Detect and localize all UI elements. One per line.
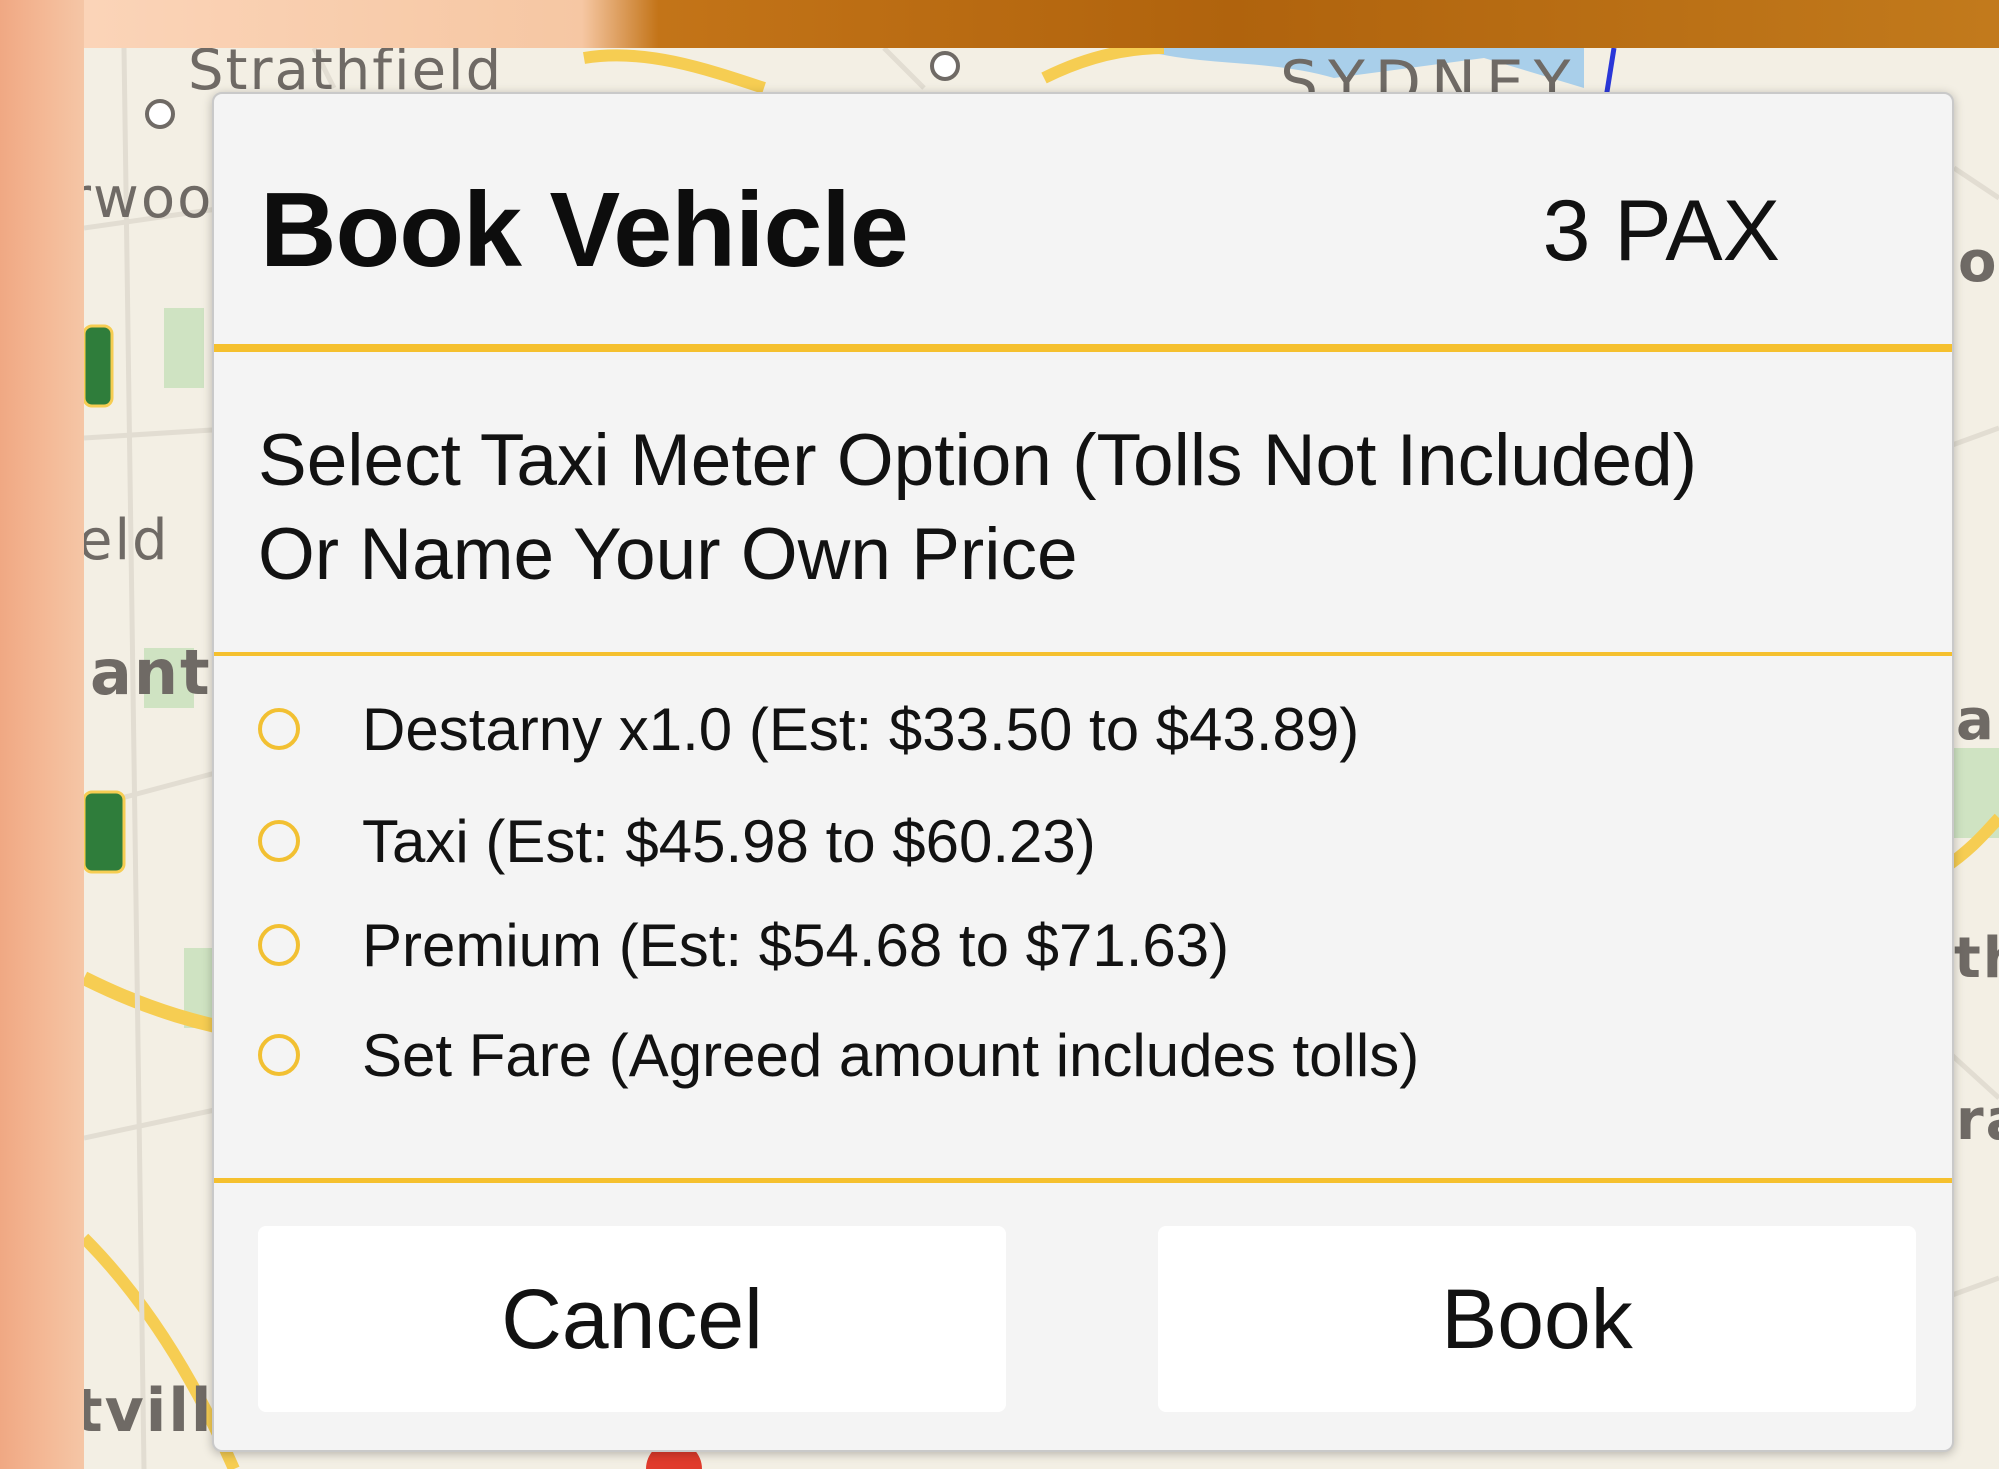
- option-premium[interactable]: Premium (Est: $54.68 to $71.63): [258, 900, 1229, 990]
- top-strip: [84, 0, 1999, 48]
- cancel-button[interactable]: Cancel: [258, 1226, 1006, 1412]
- passenger-count: 3 PAX: [1542, 183, 1780, 279]
- map-label-eld: eld: [84, 508, 170, 573]
- book-button[interactable]: Book: [1158, 1226, 1916, 1412]
- subtitle-divider: [214, 652, 1952, 656]
- map-label-ant: ant: [90, 636, 212, 709]
- map-label-right-ra: ra: [1956, 1088, 1999, 1153]
- options-divider: [214, 1178, 1952, 1183]
- header-divider: [214, 344, 1952, 352]
- map-label-right-a: a: [1956, 688, 1996, 753]
- option-label: Taxi (Est: $45.98 to $60.23): [362, 807, 1096, 875]
- option-destarny[interactable]: Destarny x1.0 (Est: $33.50 to $43.89): [258, 684, 1359, 774]
- map-label-right-th: th: [1954, 926, 1999, 991]
- map-label-wood: rwoo: [84, 166, 214, 231]
- radio-button[interactable]: [258, 924, 300, 966]
- option-label: Set Fare (Agreed amount includes tolls): [362, 1021, 1420, 1089]
- radio-button[interactable]: [258, 820, 300, 862]
- radio-button[interactable]: [258, 708, 300, 750]
- finger-blur: [0, 0, 84, 1469]
- dialog-header: Book Vehicle 3 PAX: [214, 94, 1952, 344]
- subtitle-line-2: Or Name Your Own Price: [258, 514, 1078, 595]
- map-label-right-o: o: [1958, 230, 1999, 295]
- option-label: Premium (Est: $54.68 to $71.63): [362, 911, 1230, 979]
- dialog-subtitle: Select Taxi Meter Option (Tolls Not Incl…: [258, 414, 1918, 602]
- dialog-title: Book Vehicle: [260, 171, 909, 289]
- map-label-ville: tvill: [84, 1376, 214, 1446]
- option-label: Destarny x1.0 (Est: $33.50 to $43.89): [362, 695, 1360, 763]
- screen: Strathfield SYDNEY rwoo eld ant tvill o …: [0, 0, 1999, 1469]
- book-vehicle-dialog: Book Vehicle 3 PAX Select Taxi Meter Opt…: [212, 92, 1954, 1452]
- radio-button[interactable]: [258, 1034, 300, 1076]
- option-taxi[interactable]: Taxi (Est: $45.98 to $60.23): [258, 796, 1096, 886]
- subtitle-line-1: Select Taxi Meter Option (Tolls Not Incl…: [258, 420, 1698, 501]
- option-set-fare[interactable]: Set Fare (Agreed amount includes tolls): [258, 1010, 1419, 1100]
